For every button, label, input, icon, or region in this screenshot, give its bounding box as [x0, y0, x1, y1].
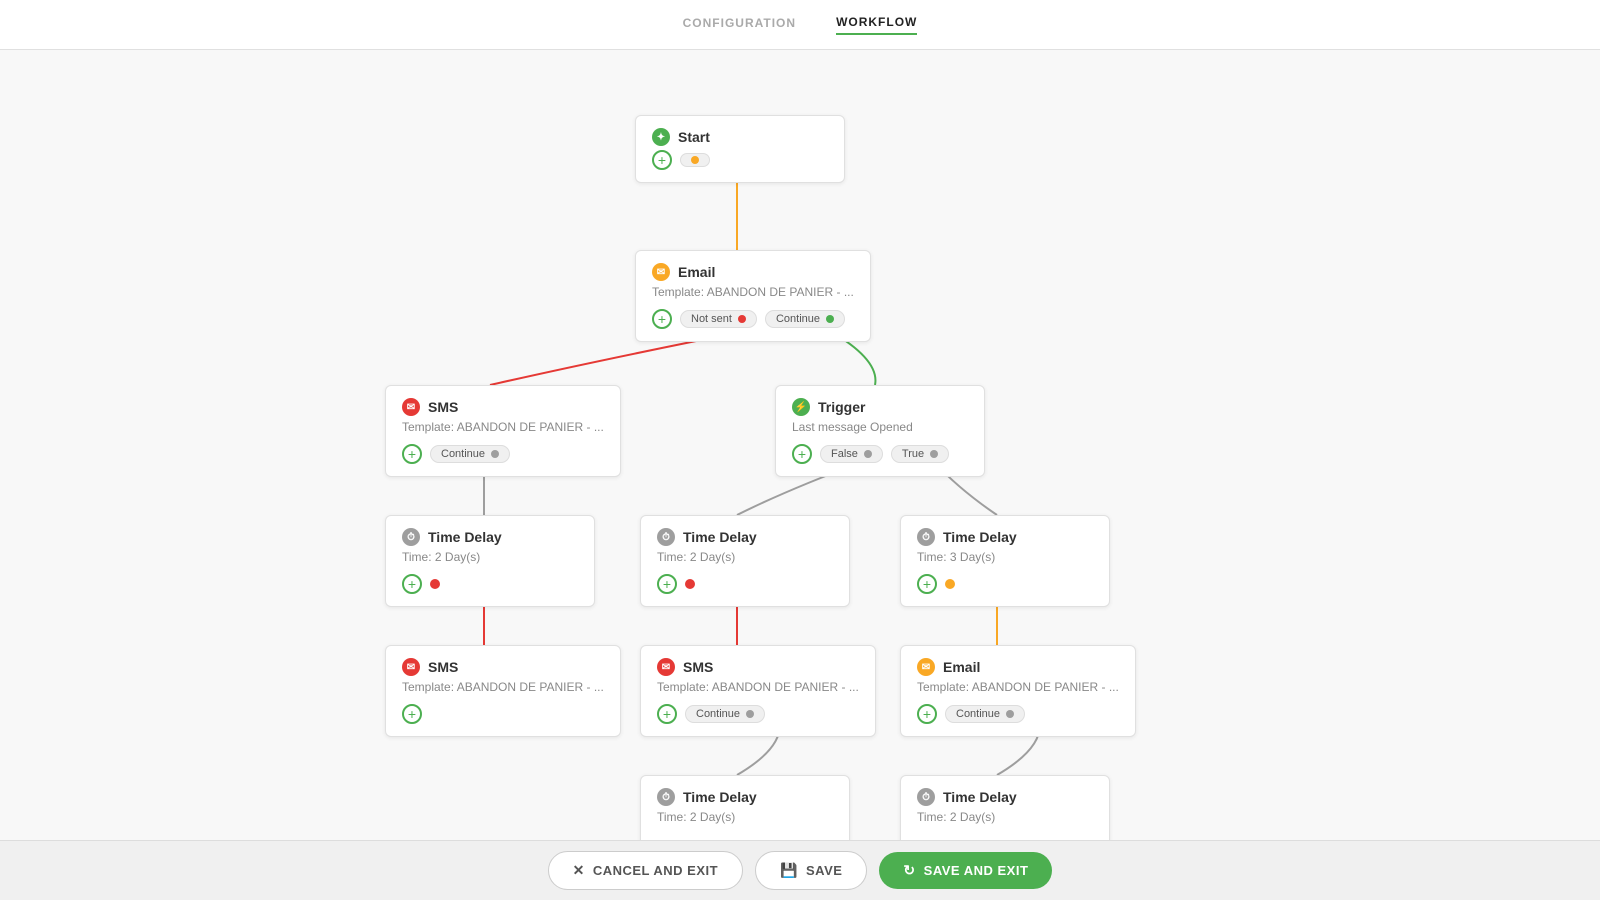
email1-icon: ✉ — [652, 263, 670, 281]
start-dot — [691, 156, 699, 164]
delay1-label: Time Delay — [428, 529, 502, 545]
email1-subtitle: Template: ABANDON DE PANIER - ... — [652, 285, 854, 299]
delay4-subtitle: Time: 2 Day(s) — [657, 810, 833, 824]
trigger-true-port: True — [891, 445, 949, 463]
cancel-and-exit-button[interactable]: ✕ CANCEL AND EXIT — [548, 851, 743, 890]
email1-continue-port: Continue — [765, 310, 845, 328]
delay3-label: Time Delay — [943, 529, 1017, 545]
delay2-add-btn[interactable]: + — [657, 574, 677, 594]
trigger-add-btn[interactable]: + — [792, 444, 812, 464]
sms1-label: SMS — [428, 399, 458, 415]
true-dot — [930, 450, 938, 458]
save-icon: 💾 — [780, 862, 798, 879]
header: CONFIGURATION WORKFLOW — [0, 0, 1600, 50]
workflow-canvas: ✦ Start + ✉ Email Template: ABANDON DE P… — [0, 50, 1600, 840]
save-exit-icon: ↻ — [903, 862, 915, 879]
sms3-add-btn[interactable]: + — [657, 704, 677, 724]
delay4-label: Time Delay — [683, 789, 757, 805]
start-add-btn[interactable]: + — [652, 150, 672, 170]
delay2-label: Time Delay — [683, 529, 757, 545]
sms3-subtitle: Template: ABANDON DE PANIER - ... — [657, 680, 859, 694]
node-delay2: ⏱ Time Delay Time: 2 Day(s) + — [640, 515, 850, 607]
sms1-continue-port: Continue — [430, 445, 510, 463]
save-and-exit-button[interactable]: ↻ SAVE AND EXIT — [879, 852, 1052, 889]
trigger-false-port: False — [820, 445, 883, 463]
sms1-dot — [491, 450, 499, 458]
start-port — [680, 153, 710, 167]
delay4-icon: ⏱ — [657, 788, 675, 806]
not-sent-dot — [738, 315, 746, 323]
node-sms3: ✉ SMS Template: ABANDON DE PANIER - ... … — [640, 645, 876, 737]
node-start: ✦ Start + — [635, 115, 845, 183]
trigger-subtitle: Last message Opened — [792, 420, 968, 434]
delay5-label: Time Delay — [943, 789, 1017, 805]
delay3-dot — [945, 579, 955, 589]
sms2-subtitle: Template: ABANDON DE PANIER - ... — [402, 680, 604, 694]
sms2-label: SMS — [428, 659, 458, 675]
node-email2: ✉ Email Template: ABANDON DE PANIER - ..… — [900, 645, 1136, 737]
sms1-subtitle: Template: ABANDON DE PANIER - ... — [402, 420, 604, 434]
email2-icon: ✉ — [917, 658, 935, 676]
node-trigger: ⚡ Trigger Last message Opened + False Tr… — [775, 385, 985, 477]
sms3-dot — [746, 710, 754, 718]
tab-configuration[interactable]: CONFIGURATION — [683, 16, 796, 34]
node-sms2: ✉ SMS Template: ABANDON DE PANIER - ... … — [385, 645, 621, 737]
delay1-icon: ⏱ — [402, 528, 420, 546]
false-dot — [864, 450, 872, 458]
trigger-icon: ⚡ — [792, 398, 810, 416]
trigger-label: Trigger — [818, 399, 865, 415]
delay5-subtitle: Time: 2 Day(s) — [917, 810, 1093, 824]
sms3-label: SMS — [683, 659, 713, 675]
sms2-icon: ✉ — [402, 658, 420, 676]
save-button[interactable]: 💾 SAVE — [755, 851, 867, 890]
delay3-subtitle: Time: 3 Day(s) — [917, 550, 1093, 564]
email2-add-btn[interactable]: + — [917, 704, 937, 724]
delay3-icon: ⏱ — [917, 528, 935, 546]
email2-dot — [1006, 710, 1014, 718]
node-email1: ✉ Email Template: ABANDON DE PANIER - ..… — [635, 250, 871, 342]
delay1-add-btn[interactable]: + — [402, 574, 422, 594]
delay2-icon: ⏱ — [657, 528, 675, 546]
node-delay4: ⏱ Time Delay Time: 2 Day(s) — [640, 775, 850, 840]
cancel-icon: ✕ — [573, 862, 585, 879]
continue-dot — [826, 315, 834, 323]
delay1-subtitle: Time: 2 Day(s) — [402, 550, 578, 564]
node-delay3: ⏱ Time Delay Time: 3 Day(s) + — [900, 515, 1110, 607]
bottom-toolbar: ✕ CANCEL AND EXIT 💾 SAVE ↻ SAVE AND EXIT — [0, 840, 1600, 900]
sms3-icon: ✉ — [657, 658, 675, 676]
delay1-dot — [430, 579, 440, 589]
node-sms1: ✉ SMS Template: ABANDON DE PANIER - ... … — [385, 385, 621, 477]
email2-subtitle: Template: ABANDON DE PANIER - ... — [917, 680, 1119, 694]
delay2-subtitle: Time: 2 Day(s) — [657, 550, 833, 564]
delay2-dot — [685, 579, 695, 589]
sms2-add-btn[interactable]: + — [402, 704, 422, 724]
delay5-icon: ⏱ — [917, 788, 935, 806]
start-icon: ✦ — [652, 128, 670, 146]
sms1-add-btn[interactable]: + — [402, 444, 422, 464]
email1-add-btn[interactable]: + — [652, 309, 672, 329]
email1-label: Email — [678, 264, 715, 280]
tab-workflow[interactable]: WORKFLOW — [836, 15, 917, 35]
delay3-add-btn[interactable]: + — [917, 574, 937, 594]
start-label: Start — [678, 129, 710, 145]
sms3-continue-port: Continue — [685, 705, 765, 723]
sms1-icon: ✉ — [402, 398, 420, 416]
email2-label: Email — [943, 659, 980, 675]
email2-continue-port: Continue — [945, 705, 1025, 723]
node-delay1: ⏱ Time Delay Time: 2 Day(s) + — [385, 515, 595, 607]
node-delay5: ⏱ Time Delay Time: 2 Day(s) — [900, 775, 1110, 840]
email1-not-sent-port: Not sent — [680, 310, 757, 328]
